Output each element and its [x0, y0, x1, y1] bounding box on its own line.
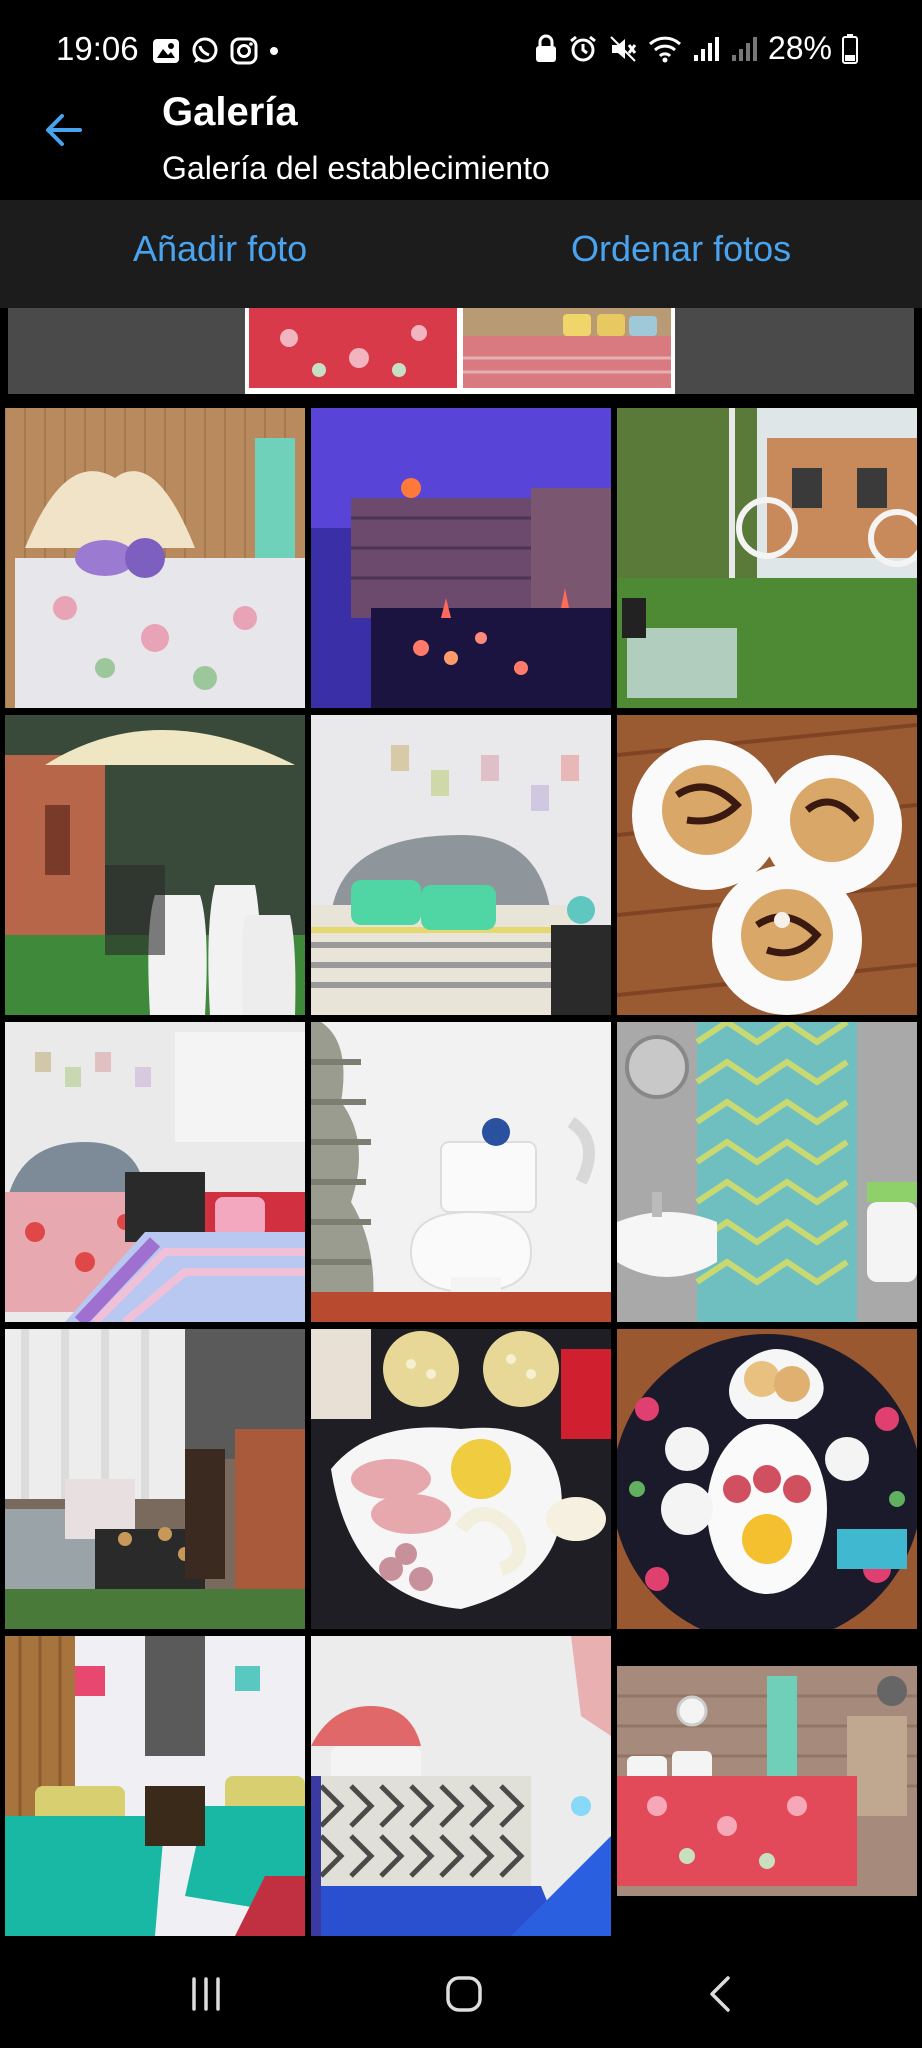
page-title: Galería: [162, 90, 298, 134]
action-bar: Añadir foto Ordenar fotos: [0, 200, 922, 308]
lock-icon: [534, 34, 558, 64]
back-icon: [706, 1974, 734, 2019]
photo-bedroom-patterned-bed: [311, 1636, 611, 1936]
dot-icon: [268, 45, 280, 57]
back-nav-button[interactable]: [690, 1970, 750, 2022]
system-nav-bar: [0, 1944, 922, 2048]
photo-snack-platter: [311, 1329, 611, 1629]
alarm-icon: [568, 34, 598, 64]
photo-tile[interactable]: [5, 1329, 305, 1629]
photo-bedroom-floral-bed: [5, 408, 305, 708]
photo-twin-beds-teal: [5, 1636, 305, 1936]
photo-tile[interactable]: [617, 1329, 917, 1629]
instagram-icon: [230, 37, 258, 65]
photo-bedroom-red-bedspread: [617, 1636, 917, 1936]
home-button[interactable]: [434, 1970, 494, 2022]
photo-tile[interactable]: [311, 715, 611, 1015]
photo-patio-umbrella-chairs: [5, 715, 305, 1015]
whatsapp-icon: [190, 36, 220, 66]
signal-icon: [730, 35, 758, 63]
photo-bathroom-toilet: [311, 1022, 611, 1322]
strip-thumb[interactable]: [249, 308, 457, 388]
signal-icon: [692, 35, 720, 63]
page-subtitle: Galería del establecimiento: [162, 150, 550, 186]
status-time: 19:06: [56, 30, 139, 67]
recent-apps-icon: [188, 1976, 224, 2016]
photo-tile[interactable]: [5, 408, 305, 708]
photo-tile[interactable]: [5, 1022, 305, 1322]
photo-bathroom-sink-curtain: [617, 1022, 917, 1322]
photo-tile[interactable]: [5, 715, 305, 1015]
photo-strip-selection[interactable]: [245, 308, 675, 394]
notification-icons: [152, 36, 280, 66]
arrow-left-icon: [44, 112, 84, 153]
photo-tile[interactable]: [617, 715, 917, 1015]
photo-tile[interactable]: [311, 1329, 611, 1629]
system-status: 28%: [534, 30, 858, 67]
photo-tile[interactable]: [311, 1636, 611, 1936]
photo-breakfast-tray: [617, 1329, 917, 1629]
back-button[interactable]: [36, 104, 92, 160]
mute-icon: [608, 34, 638, 64]
add-photo-button[interactable]: Añadir foto: [133, 228, 307, 270]
photo-living-room-sofa: [5, 1329, 305, 1629]
gallery-icon: [152, 38, 180, 64]
photo-tile[interactable]: [311, 408, 611, 708]
photo-waffles-plates: [617, 715, 917, 1015]
battery-percent: 28%: [767, 30, 832, 66]
home-icon: [445, 1975, 483, 2018]
photo-tile[interactable]: [5, 1636, 305, 1936]
photo-tile[interactable]: [311, 1022, 611, 1322]
photo-tile[interactable]: [617, 1022, 917, 1322]
app-header: Galería Galería del establecimiento: [0, 80, 922, 200]
photo-bedroom-green-pillows: [311, 715, 611, 1015]
wifi-icon: [648, 34, 682, 64]
sort-photos-button[interactable]: Ordenar fotos: [571, 228, 791, 270]
photo-tile[interactable]: [617, 408, 917, 708]
photo-tile[interactable]: [617, 1636, 917, 1936]
battery-icon: [842, 33, 858, 64]
recent-apps-button[interactable]: [176, 1970, 236, 2022]
photo-bedroom-colorful-rug: [5, 1022, 305, 1322]
photo-garden-hammock-chairs: [617, 408, 917, 708]
photo-hot-tub-candles: [311, 408, 611, 708]
strip-thumb[interactable]: [463, 308, 671, 388]
